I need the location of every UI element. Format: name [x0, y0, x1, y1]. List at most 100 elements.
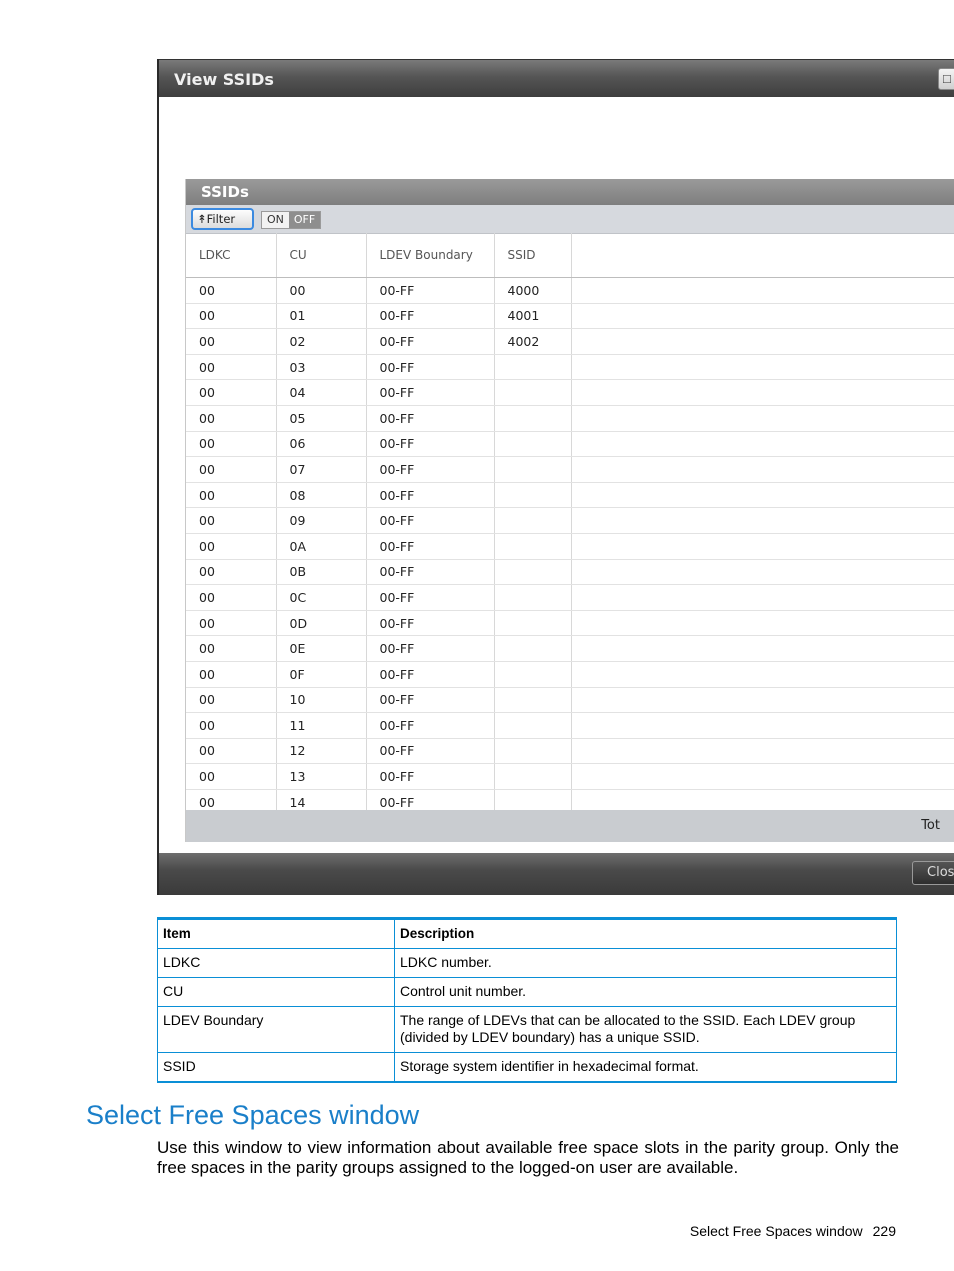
cell-ldkc: 00 — [186, 738, 277, 765]
column-header-ldev-boundary[interactable]: LDEV Boundary — [366, 233, 495, 278]
column-header-ssid[interactable]: SSID — [494, 233, 572, 278]
table-row[interactable]: 00 11 00-FF — [186, 712, 954, 739]
cell-filler — [571, 328, 954, 355]
table-row[interactable]: 00 02 00-FF 4002 — [186, 328, 954, 355]
description-row: LDKC LDKC number. — [157, 948, 897, 978]
description-row: LDEV Boundary The range of LDEVs that can… — [157, 1006, 897, 1053]
table-row[interactable]: 00 13 00-FF — [186, 763, 954, 790]
ssids-table: LDKC CU LDEV Boundary SSID 00 00 00-FF 4000… — [186, 233, 954, 816]
cell-cu: 05 — [276, 405, 367, 432]
table-row[interactable]: 00 03 00-FF — [186, 354, 954, 381]
cell-ldev-boundary: 00-FF — [366, 507, 495, 534]
cell-ldkc: 00 — [186, 763, 277, 790]
cell-ldkc: 00 — [186, 354, 277, 381]
column-header-ldkc[interactable]: LDKC — [186, 233, 277, 278]
filter-toggle[interactable]: ON OFF — [261, 211, 322, 229]
cell-ssid: 4000 — [494, 277, 572, 304]
table-row[interactable]: 00 0D 00-FF — [186, 610, 954, 637]
cell-ldkc: 00 — [186, 277, 277, 304]
cell-ldev-boundary: 00-FF — [366, 328, 495, 355]
cell-cu: 01 — [276, 303, 367, 330]
cell-filler — [571, 635, 954, 662]
table-row[interactable]: 00 0E 00-FF — [186, 635, 954, 662]
cell-cu: 07 — [276, 456, 367, 483]
cell-filler — [571, 405, 954, 432]
cell-filler — [571, 482, 954, 509]
cell-filler — [571, 738, 954, 765]
view-ssids-window: View SSIDs □ SSIDs ↟Filter ON OFF LDKC C… — [157, 59, 954, 895]
table-row[interactable]: 00 10 00-FF — [186, 687, 954, 714]
cell-ssid — [494, 482, 572, 509]
cell-cu: 02 — [276, 328, 367, 355]
table-row[interactable]: 00 0F 00-FF — [186, 661, 954, 688]
cell-ssid — [494, 635, 572, 662]
table-row[interactable]: 00 0C 00-FF — [186, 584, 954, 611]
section-body: Use this window to view information abou… — [157, 1138, 899, 1177]
cell-filler — [571, 456, 954, 483]
cell-ssid: 4002 — [494, 328, 572, 355]
cell-ldkc: 00 — [186, 507, 277, 534]
cell-ldkc: 00 — [186, 456, 277, 483]
maximize-icon[interactable]: □ — [938, 68, 954, 90]
cell-filler — [571, 354, 954, 381]
cell-ldkc: 00 — [186, 303, 277, 330]
cell-ldkc: 00 — [186, 687, 277, 714]
cell-filler — [571, 533, 954, 560]
cell-ldkc: 00 — [186, 405, 277, 432]
item-cell: LDEV Boundary — [157, 1006, 395, 1053]
cell-filler — [571, 303, 954, 330]
cell-cu: 08 — [276, 482, 367, 509]
cell-cu: 00 — [276, 277, 367, 304]
table-row[interactable]: 00 00 00-FF 4000 — [186, 277, 954, 304]
table-row[interactable]: 00 12 00-FF — [186, 738, 954, 765]
cell-cu: 12 — [276, 738, 367, 765]
item-cell: LDKC — [157, 948, 395, 978]
cell-cu: 0D — [276, 610, 367, 637]
cell-filler — [571, 712, 954, 739]
description-cell: The range of LDEVs that can be allocated… — [394, 1006, 897, 1053]
cell-ssid — [494, 763, 572, 790]
total-label: Tot — [921, 818, 940, 833]
table-row[interactable]: 00 06 00-FF — [186, 431, 954, 458]
cell-ldev-boundary: 00-FF — [366, 303, 495, 330]
cell-cu: 09 — [276, 507, 367, 534]
cell-cu: 04 — [276, 379, 367, 406]
cell-cu: 0A — [276, 533, 367, 560]
window-footer: Clos — [159, 853, 954, 895]
cell-cu: 10 — [276, 687, 367, 714]
cell-ldkc: 00 — [186, 482, 277, 509]
cell-ldev-boundary: 00-FF — [366, 277, 495, 304]
cell-ldev-boundary: 00-FF — [366, 687, 495, 714]
cell-ssid — [494, 687, 572, 714]
table-row[interactable]: 00 07 00-FF — [186, 456, 954, 483]
table-row[interactable]: 00 0A 00-FF — [186, 533, 954, 560]
table-row[interactable]: 00 04 00-FF — [186, 379, 954, 406]
cell-ldev-boundary: 00-FF — [366, 738, 495, 765]
table-row[interactable]: 00 09 00-FF — [186, 507, 954, 534]
cell-ldkc: 00 — [186, 610, 277, 637]
close-button[interactable]: Clos — [912, 861, 954, 885]
toggle-off[interactable]: OFF — [288, 212, 321, 228]
cell-cu: 0B — [276, 559, 367, 586]
cell-filler — [571, 277, 954, 304]
cell-ldev-boundary: 00-FF — [366, 610, 495, 637]
toggle-on[interactable]: ON — [262, 212, 289, 228]
description-cell: Control unit number. — [394, 977, 897, 1007]
table-row[interactable]: 00 08 00-FF — [186, 482, 954, 509]
cell-ldev-boundary: 00-FF — [366, 712, 495, 739]
table-row[interactable]: 00 05 00-FF — [186, 405, 954, 432]
cell-ldev-boundary: 00-FF — [366, 405, 495, 432]
table-row[interactable]: 00 01 00-FF 4001 — [186, 303, 954, 330]
description-cell: Storage system identifier in hexadecimal… — [394, 1052, 897, 1083]
cell-ldkc: 00 — [186, 431, 277, 458]
cell-ssid — [494, 431, 572, 458]
cell-ldkc: 00 — [186, 328, 277, 355]
table-row[interactable]: 00 0B 00-FF — [186, 559, 954, 586]
cell-cu: 0C — [276, 584, 367, 611]
filter-button[interactable]: ↟Filter — [191, 208, 254, 230]
cell-ldev-boundary: 00-FF — [366, 661, 495, 688]
cell-ldkc: 00 — [186, 712, 277, 739]
cell-cu: 06 — [276, 431, 367, 458]
window-titlebar: View SSIDs □ — [159, 59, 954, 97]
column-header-cu[interactable]: CU — [276, 233, 367, 278]
